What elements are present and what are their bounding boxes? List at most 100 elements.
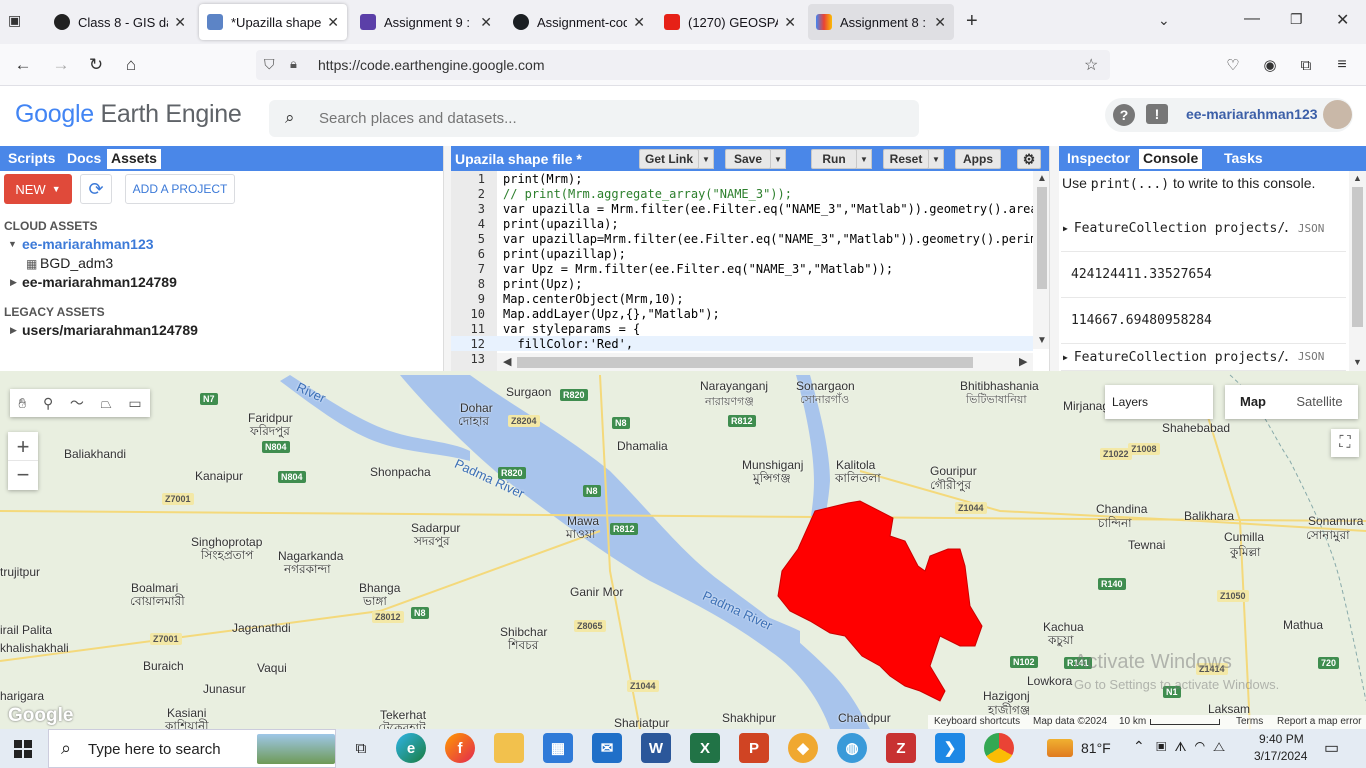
tab-docs[interactable]: Docs [63, 149, 105, 169]
tab-console[interactable]: Console [1139, 149, 1203, 169]
tab-assignment-code[interactable]: Assignment-code ✕ [505, 4, 653, 40]
help-icon[interactable]: ? [1113, 104, 1135, 126]
windows-start-icon[interactable] [14, 740, 32, 758]
close-tab-icon[interactable]: ✕ [480, 14, 492, 31]
tab-assets[interactable]: Assets [107, 149, 161, 169]
weather-icon[interactable] [1047, 739, 1073, 757]
new-button[interactable]: NEW ▼ [4, 174, 72, 204]
save-button[interactable]: Save [725, 149, 771, 169]
panel-splitter[interactable] [443, 146, 451, 371]
asset-project-2[interactable]: ee-mariarahman124789 [22, 274, 177, 290]
settings-gear-icon[interactable]: ⚙ [1017, 149, 1041, 169]
back-icon[interactable]: ← [10, 52, 36, 78]
map-type-satellite[interactable]: Satellite [1281, 385, 1358, 419]
new-tab-icon[interactable]: + [966, 10, 978, 33]
brave-icon[interactable]: ◆ [788, 733, 818, 763]
caret-right-icon[interactable]: ▶ [10, 325, 17, 336]
h-scroll-thumb[interactable] [517, 357, 973, 368]
console-output-1[interactable]: ▶ FeatureCollection projects/… JSON [1061, 206, 1346, 252]
caret-right-icon[interactable]: ▶ [10, 277, 17, 288]
console-scrollbar[interactable]: ▲ ▼ [1349, 171, 1366, 371]
tab-tasks[interactable]: Tasks [1220, 149, 1267, 169]
get-link-button[interactable]: Get Link [639, 149, 699, 169]
close-window-icon[interactable]: ✕ [1336, 10, 1349, 30]
menu-icon[interactable]: ≡ [1329, 52, 1355, 78]
chevron-down-icon[interactable]: ⌄ [1158, 12, 1170, 29]
extensions-icon[interactable]: ⧉ [1293, 52, 1319, 78]
marker-icon[interactable]: ⚲ [43, 395, 53, 412]
close-tab-icon[interactable]: ✕ [784, 14, 796, 31]
map-type-map[interactable]: Map [1225, 385, 1281, 419]
notification-icon[interactable]: ▭ [1324, 738, 1339, 758]
chrome-icon[interactable] [984, 733, 1014, 763]
caret-down-icon[interactable]: ▼ [8, 239, 17, 249]
legacy-asset-1[interactable]: users/mariarahman124789 [22, 322, 198, 338]
code-editor[interactable]: print(Mrm);// print(Mrm.aggregate_array(… [451, 171, 1051, 371]
tab-assignment9[interactable]: Assignment 9 : GE ✕ [352, 4, 500, 40]
keyboard-shortcuts-link[interactable]: Keyboard shortcuts [934, 716, 1020, 727]
tab-inspector[interactable]: Inspector [1063, 149, 1134, 169]
hand-icon[interactable]: ✋︎ [18, 395, 26, 412]
get-link-caret[interactable]: ▼ [698, 149, 714, 169]
scroll-up-icon[interactable]: ▲ [1353, 173, 1362, 183]
add-project-button[interactable]: ADD A PROJECT [125, 174, 235, 204]
app-z-icon[interactable]: Z [886, 733, 916, 763]
forward-icon[interactable]: → [48, 52, 74, 78]
scale-text[interactable]: 10 km [1119, 716, 1146, 727]
panel-splitter[interactable] [1049, 146, 1059, 371]
line-icon[interactable]: 〜 [70, 393, 84, 413]
fullscreen-icon[interactable]: ⛶ [1331, 429, 1359, 457]
mail-icon[interactable]: ✉ [592, 733, 622, 763]
temperature[interactable]: 81°F [1081, 740, 1111, 756]
search-input[interactable] [319, 106, 899, 130]
search-box[interactable]: ⌕ [269, 100, 919, 137]
json-tag[interactable]: JSON [1298, 222, 1325, 235]
tab-class8[interactable]: Class 8 - GIS data ✕ [46, 4, 194, 40]
polygon-icon[interactable]: ⏢ [101, 395, 112, 412]
zoom-in-button[interactable]: + [8, 432, 38, 461]
store-icon[interactable]: ▦ [543, 733, 573, 763]
console-output-4[interactable]: ▶ FeatureCollection projects/… JSON [1061, 344, 1346, 371]
close-tab-icon[interactable]: ✕ [633, 14, 645, 31]
apps-button[interactable]: Apps [955, 149, 1001, 169]
save-caret[interactable]: ▼ [770, 149, 786, 169]
clock-date[interactable]: 3/17/2024 [1254, 749, 1307, 763]
scroll-thumb[interactable] [1037, 187, 1047, 289]
url-bar[interactable]: ⛉ 🔒︎ https://code.earthengine.google.com… [256, 50, 1110, 80]
zoom-out-button[interactable]: − [8, 461, 38, 490]
star-icon[interactable]: ☆ [1084, 55, 1098, 75]
file-explorer-icon[interactable] [494, 733, 524, 763]
task-view-icon[interactable]: ⧉ [346, 733, 376, 763]
run-button[interactable]: Run [811, 149, 857, 169]
report-error-link[interactable]: Report a map error [1277, 716, 1361, 727]
powerpoint-icon[interactable]: P [739, 733, 769, 763]
tray-chevron-icon[interactable]: ⌃ [1133, 738, 1145, 755]
scroll-down-icon[interactable]: ▼ [1353, 357, 1362, 367]
tab-gmail[interactable]: Assignment 8 : G ✕ [808, 4, 954, 40]
tab-youtube[interactable]: (1270) GEOSPATIA ✕ [656, 4, 804, 40]
asset-bgd-adm3[interactable]: BGD_adm3 [40, 255, 113, 271]
scroll-left-icon[interactable]: ◀ [503, 355, 511, 368]
map-canvas[interactable]: Narayanganj নারায়ণগঞ্জ Sonargaon সোনারগাঁও… [0, 371, 1366, 729]
close-tab-icon[interactable]: ✕ [934, 14, 946, 31]
clock-time[interactable]: 9:40 PM [1259, 732, 1304, 746]
firefox-icon[interactable]: f [445, 733, 475, 763]
minimize-icon[interactable]: — [1244, 10, 1260, 28]
user-chip[interactable]: ? ! ee-mariarahman123 [1105, 98, 1353, 132]
layers-button[interactable]: Layers [1105, 385, 1213, 419]
run-caret[interactable]: ▼ [856, 149, 872, 169]
globe-app-icon[interactable]: ◍ [837, 733, 867, 763]
vscode-icon[interactable]: ❯ [935, 733, 965, 763]
reset-caret[interactable]: ▼ [928, 149, 944, 169]
asset-project-1[interactable]: ee-mariarahman123 [22, 236, 154, 252]
taskbar-search[interactable]: ⌕ Type here to search [48, 729, 336, 768]
tab-list-icon[interactable]: ▣ [8, 12, 30, 32]
gee-logo[interactable]: Google Earth Engine [15, 100, 242, 129]
scroll-thumb[interactable] [1352, 187, 1363, 327]
refresh-icon[interactable]: ⟳ [80, 174, 112, 204]
reset-button[interactable]: Reset [883, 149, 929, 169]
tab-scripts[interactable]: Scripts [4, 149, 59, 169]
scroll-right-icon[interactable]: ▶ [1019, 355, 1027, 368]
tab-upazilla[interactable]: *Upazilla shape fil ✕ [199, 4, 347, 40]
close-tab-icon[interactable]: ✕ [327, 14, 339, 31]
